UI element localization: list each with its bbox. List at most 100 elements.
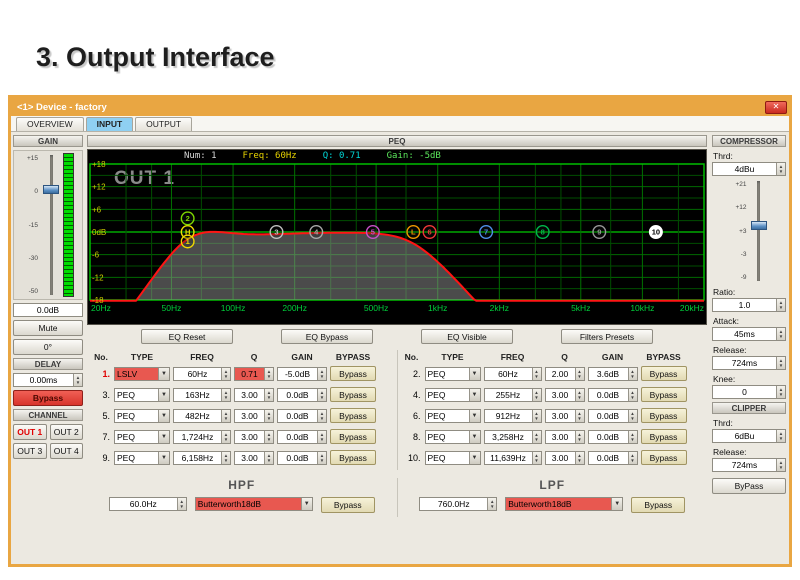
spinner-arrows-icon[interactable]	[264, 431, 273, 443]
band-gain-input[interactable]: 0.0dB	[277, 451, 327, 465]
clipper-release-input[interactable]: 724ms	[712, 458, 786, 472]
spinner-arrows-icon[interactable]	[575, 452, 584, 464]
spinner-arrows-icon[interactable]	[264, 452, 273, 464]
band-freq-input[interactable]: 1,724Hz	[173, 430, 231, 444]
tab-overview[interactable]: OVERVIEW	[16, 117, 84, 131]
band-type-select[interactable]: PEQ▼	[114, 409, 170, 423]
clipper-thrd-input[interactable]: 6dBu	[712, 429, 786, 443]
band-freq-input[interactable]: 255Hz	[484, 388, 542, 402]
tab-output[interactable]: OUTPUT	[135, 117, 192, 131]
spinner-arrows-icon[interactable]	[776, 357, 785, 369]
filters-presets-button[interactable]: Filters Presets	[561, 329, 653, 344]
spinner-arrows-icon[interactable]	[776, 328, 785, 340]
band-freq-input[interactable]: 6,158Hz	[173, 451, 231, 465]
spinner-arrows-icon[interactable]	[317, 410, 326, 422]
band-freq-input[interactable]: 912Hz	[484, 409, 542, 423]
band-q-input[interactable]: 3.00	[234, 430, 274, 444]
spinner-arrows-icon[interactable]	[532, 452, 541, 464]
delay-bypass-button[interactable]: Bypass	[13, 390, 83, 406]
band-gain-input[interactable]: 0.0dB	[277, 430, 327, 444]
phase-button[interactable]: 0°	[13, 339, 83, 355]
spinner-arrows-icon[interactable]	[575, 389, 584, 401]
band-freq-input[interactable]: 60Hz	[484, 367, 542, 381]
spinner-arrows-icon[interactable]	[221, 410, 230, 422]
hpf-freq-input[interactable]: 60.0Hz	[109, 497, 187, 511]
band-type-select[interactable]: PEQ▼	[425, 388, 481, 402]
spinner-arrows-icon[interactable]	[776, 163, 785, 175]
tab-input[interactable]: INPUT	[86, 117, 134, 131]
band-type-select[interactable]: LSLV▼	[114, 367, 170, 381]
compressor-thrd-input[interactable]: 4dBu	[712, 162, 786, 176]
band-type-select[interactable]: PEQ▼	[425, 367, 481, 381]
spinner-arrows-icon[interactable]	[776, 459, 785, 471]
spinner-arrows-icon[interactable]	[317, 452, 326, 464]
eq-curve-plot[interactable]: 20Hz50Hz100Hz200Hz500Hz1kHz2kHz5kHz10kHz…	[88, 150, 707, 325]
band-bypass-button[interactable]: Bypass	[330, 408, 376, 423]
band-gain-input[interactable]: 0.0dB	[277, 409, 327, 423]
band-gain-input[interactable]: 3.6dB	[588, 367, 638, 381]
lpf-type-select[interactable]: Butterworth18dB▼	[505, 497, 623, 511]
spinner-arrows-icon[interactable]	[73, 374, 82, 386]
band-type-select[interactable]: PEQ▼	[114, 388, 170, 402]
band-q-input[interactable]: 3.00	[234, 451, 274, 465]
band-type-select[interactable]: PEQ▼	[114, 430, 170, 444]
lpf-bypass-button[interactable]: Bypass	[631, 497, 685, 513]
delay-input[interactable]: 0.00ms	[13, 373, 83, 387]
hpf-type-select[interactable]: Butterworth18dB▼	[195, 497, 313, 511]
band-type-select[interactable]: PEQ▼	[425, 430, 481, 444]
compressor-slider-track[interactable]	[750, 179, 768, 283]
band-freq-input[interactable]: 11,639Hz	[484, 451, 542, 465]
channel-out3-button[interactable]: OUT 3	[13, 443, 47, 459]
spinner-arrows-icon[interactable]	[575, 431, 584, 443]
band-q-input[interactable]: 3.00	[545, 430, 585, 444]
band-q-input[interactable]: 3.00	[234, 409, 274, 423]
band-type-select[interactable]: PEQ▼	[114, 451, 170, 465]
band-bypass-button[interactable]: Bypass	[641, 387, 687, 402]
band-q-input[interactable]: 3.00	[545, 409, 585, 423]
band-q-input[interactable]: 2.00	[545, 367, 585, 381]
spinner-arrows-icon[interactable]	[264, 389, 273, 401]
spinner-arrows-icon[interactable]	[264, 368, 273, 380]
compressor-release-input[interactable]: 724ms	[712, 356, 786, 370]
spinner-arrows-icon[interactable]	[317, 431, 326, 443]
band-q-input[interactable]: 3.00	[545, 451, 585, 465]
band-gain-input[interactable]: 0.0dB	[588, 451, 638, 465]
spinner-arrows-icon[interactable]	[776, 386, 785, 398]
spinner-arrows-icon[interactable]	[532, 389, 541, 401]
spinner-arrows-icon[interactable]	[628, 368, 637, 380]
band-type-select[interactable]: PEQ▼	[425, 451, 481, 465]
eq-bypass-button[interactable]: EQ Bypass	[281, 329, 373, 344]
spinner-arrows-icon[interactable]	[177, 498, 186, 510]
band-freq-input[interactable]: 3,258Hz	[484, 430, 542, 444]
compressor-ratio-input[interactable]: 1.0	[712, 298, 786, 312]
eq-visible-button[interactable]: EQ Visible	[421, 329, 513, 344]
spinner-arrows-icon[interactable]	[628, 410, 637, 422]
spinner-arrows-icon[interactable]	[628, 389, 637, 401]
spinner-arrows-icon[interactable]	[487, 498, 496, 510]
band-gain-input[interactable]: 0.0dB	[588, 430, 638, 444]
band-q-input[interactable]: 3.00	[234, 388, 274, 402]
spinner-arrows-icon[interactable]	[532, 410, 541, 422]
spinner-arrows-icon[interactable]	[317, 389, 326, 401]
gain-fader-track[interactable]	[42, 153, 60, 297]
spinner-arrows-icon[interactable]	[628, 431, 637, 443]
spinner-arrows-icon[interactable]	[264, 410, 273, 422]
band-bypass-button[interactable]: Bypass	[330, 450, 376, 465]
band-freq-input[interactable]: 482Hz	[173, 409, 231, 423]
gain-fader-handle[interactable]	[43, 185, 59, 194]
spinner-arrows-icon[interactable]	[532, 431, 541, 443]
spinner-arrows-icon[interactable]	[317, 368, 326, 380]
band-freq-input[interactable]: 163Hz	[173, 388, 231, 402]
band-q-input[interactable]: 3.00	[545, 388, 585, 402]
compressor-slider-handle[interactable]	[751, 221, 767, 230]
spinner-arrows-icon[interactable]	[532, 368, 541, 380]
band-q-input[interactable]: 0.71	[234, 367, 274, 381]
band-gain-input[interactable]: 0.0dB	[277, 388, 327, 402]
spinner-arrows-icon[interactable]	[575, 410, 584, 422]
eq-reset-button[interactable]: EQ Reset	[141, 329, 233, 344]
band-bypass-button[interactable]: Bypass	[641, 429, 687, 444]
channel-out1-button[interactable]: OUT 1	[13, 424, 47, 440]
spinner-arrows-icon[interactable]	[221, 431, 230, 443]
spinner-arrows-icon[interactable]	[221, 368, 230, 380]
spinner-arrows-icon[interactable]	[221, 452, 230, 464]
